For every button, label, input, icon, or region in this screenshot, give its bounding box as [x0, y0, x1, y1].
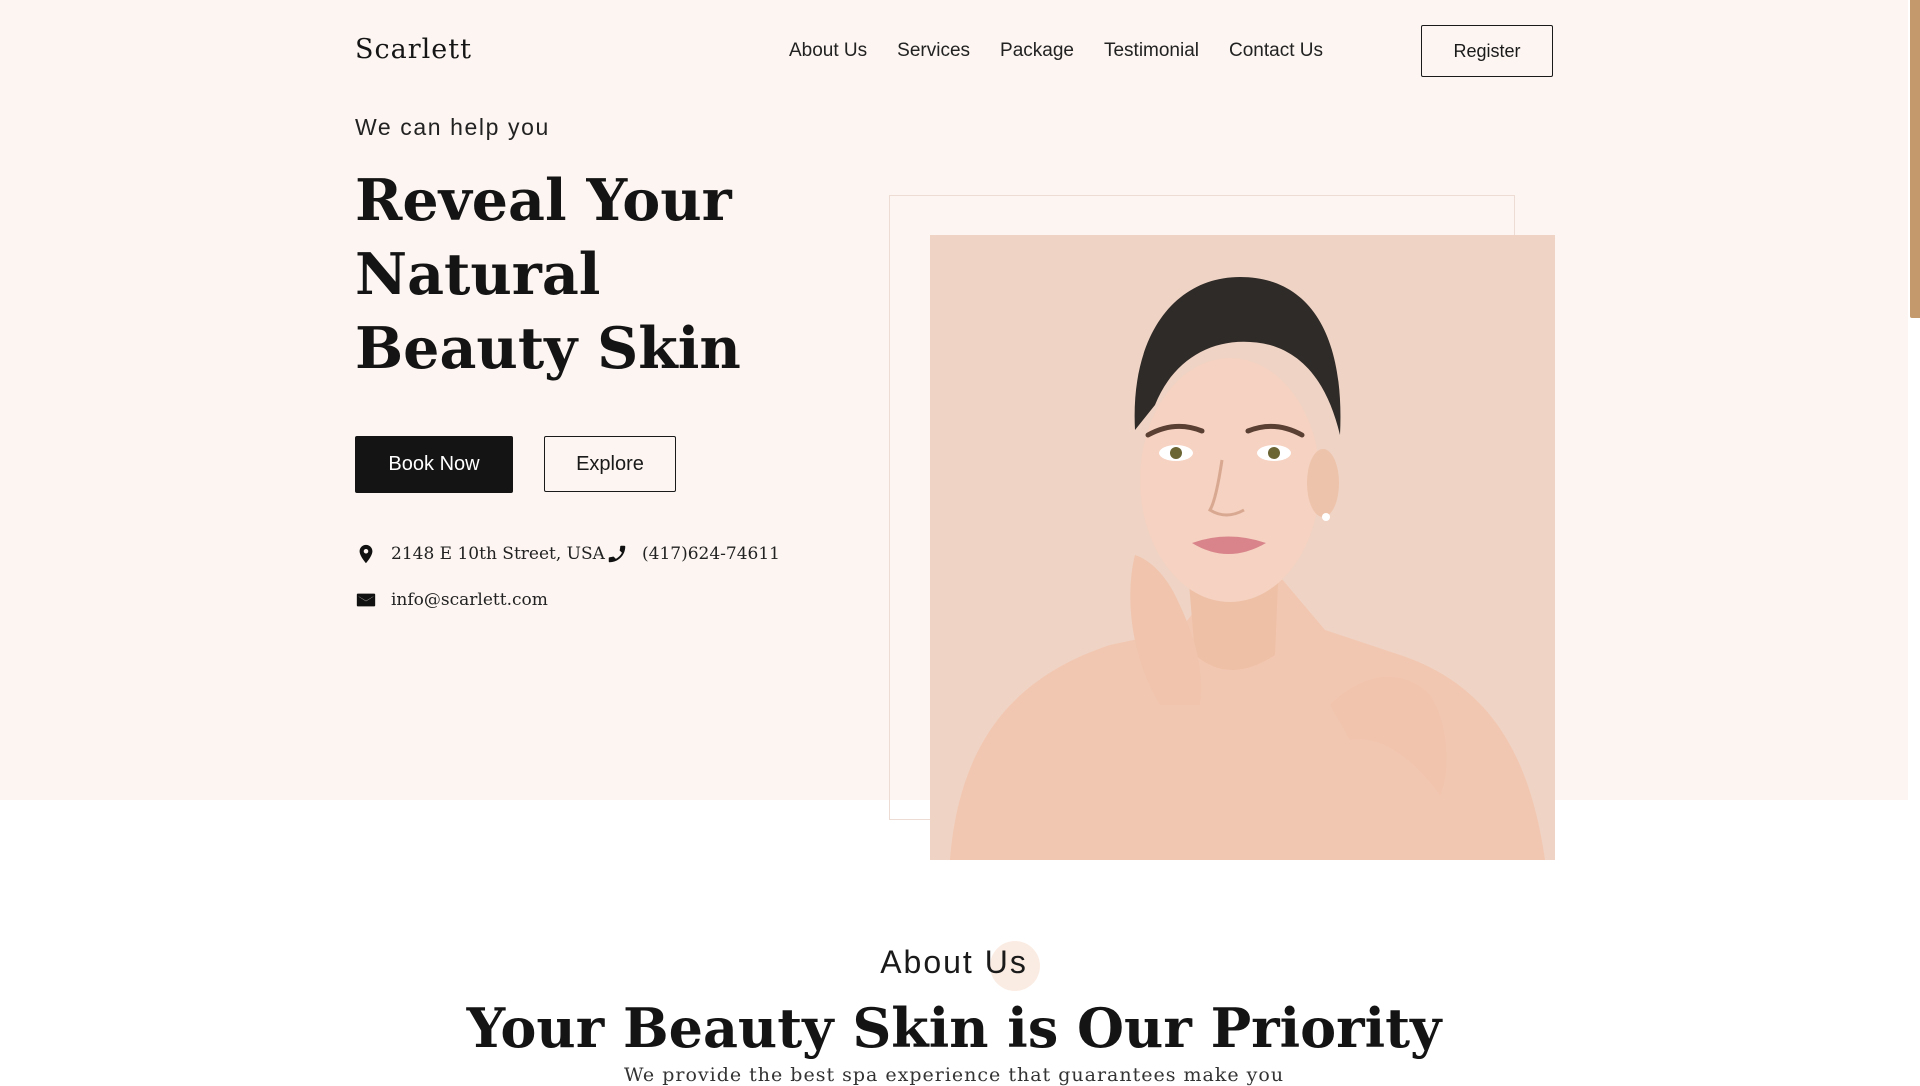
about-subtitle: We provide the best spa experience that … [623, 1064, 1285, 1086]
phone-icon [608, 545, 626, 563]
about-title: Your Beauty Skin is Our Priority [466, 996, 1442, 1060]
main-nav: About Us Services Package Testimonial Co… [789, 40, 1353, 62]
address-text: 2148 E 10th Street, USA [391, 544, 605, 564]
location-pin-icon [359, 544, 373, 564]
book-now-button[interactable]: Book Now [355, 436, 513, 493]
brand-logo[interactable]: Scarlett [355, 34, 472, 65]
nav-item-testimonial[interactable]: Testimonial [1104, 40, 1199, 62]
address-info: 2148 E 10th Street, USA [355, 543, 605, 565]
hero-eyebrow: We can help you [355, 114, 550, 140]
mail-icon [356, 593, 376, 607]
email-text[interactable]: info@scarlett.com [391, 590, 548, 610]
register-button[interactable]: Register [1421, 25, 1553, 77]
nav-item-services[interactable]: Services [897, 40, 970, 62]
phone-info: (417)624-74611 [606, 543, 780, 565]
hero-headline-line: Beauty Skin [355, 315, 741, 382]
hero-photo [930, 235, 1555, 860]
hero-headline-line: Natural [355, 241, 601, 308]
nav-item-package[interactable]: Package [1000, 40, 1074, 62]
about-eyebrow: About Us [0, 941, 1908, 991]
email-info: info@scarlett.com [355, 589, 548, 611]
nav-item-contact-us[interactable]: Contact Us [1229, 40, 1323, 62]
hero-headline-line: Reveal Your [355, 167, 732, 234]
hero-headline: Reveal Your Natural Beauty Skin [355, 164, 875, 386]
about-eyebrow-text: About Us [880, 944, 1028, 980]
scrollbar-thumb[interactable] [1910, 0, 1920, 318]
woman-portrait-icon [950, 277, 1545, 860]
phone-text: (417)624-74611 [642, 544, 780, 564]
explore-button[interactable]: Explore [544, 436, 676, 492]
nav-item-about-us[interactable]: About Us [789, 40, 867, 62]
